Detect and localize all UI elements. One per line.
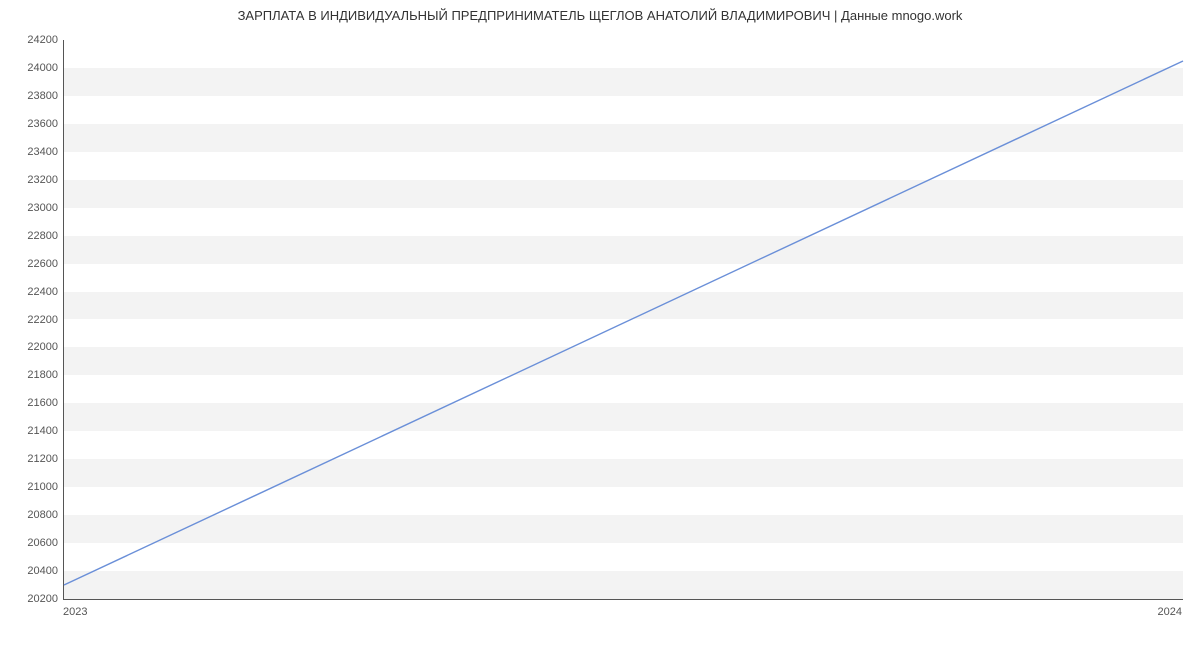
x-tick-label: 2024 (1158, 606, 1182, 618)
y-tick-label: 21000 (8, 481, 58, 493)
y-tick-label: 20200 (8, 593, 58, 605)
plot-area (63, 40, 1183, 600)
line-layer (64, 40, 1183, 599)
y-tick-label: 23200 (8, 174, 58, 186)
y-tick-label: 23600 (8, 118, 58, 130)
y-tick-label: 21400 (8, 425, 58, 437)
y-tick-label: 22800 (8, 230, 58, 242)
y-tick-label: 20600 (8, 537, 58, 549)
y-tick-label: 24200 (8, 34, 58, 46)
y-tick-label: 20400 (8, 565, 58, 577)
y-tick-label: 23000 (8, 202, 58, 214)
y-tick-label: 21200 (8, 453, 58, 465)
x-tick-label: 2023 (63, 606, 87, 618)
y-tick-label: 22200 (8, 314, 58, 326)
series-line (64, 61, 1183, 585)
y-tick-label: 21800 (8, 369, 58, 381)
y-tick-label: 23800 (8, 90, 58, 102)
chart-container: ЗАРПЛАТА В ИНДИВИДУАЛЬНЫЙ ПРЕДПРИНИМАТЕЛ… (0, 0, 1200, 650)
y-tick-label: 24000 (8, 62, 58, 74)
y-tick-label: 20800 (8, 509, 58, 521)
chart-title: ЗАРПЛАТА В ИНДИВИДУАЛЬНЫЙ ПРЕДПРИНИМАТЕЛ… (0, 8, 1200, 23)
y-tick-label: 21600 (8, 397, 58, 409)
y-tick-label: 23400 (8, 146, 58, 158)
y-tick-label: 22000 (8, 341, 58, 353)
y-tick-label: 22600 (8, 258, 58, 270)
y-tick-label: 22400 (8, 286, 58, 298)
